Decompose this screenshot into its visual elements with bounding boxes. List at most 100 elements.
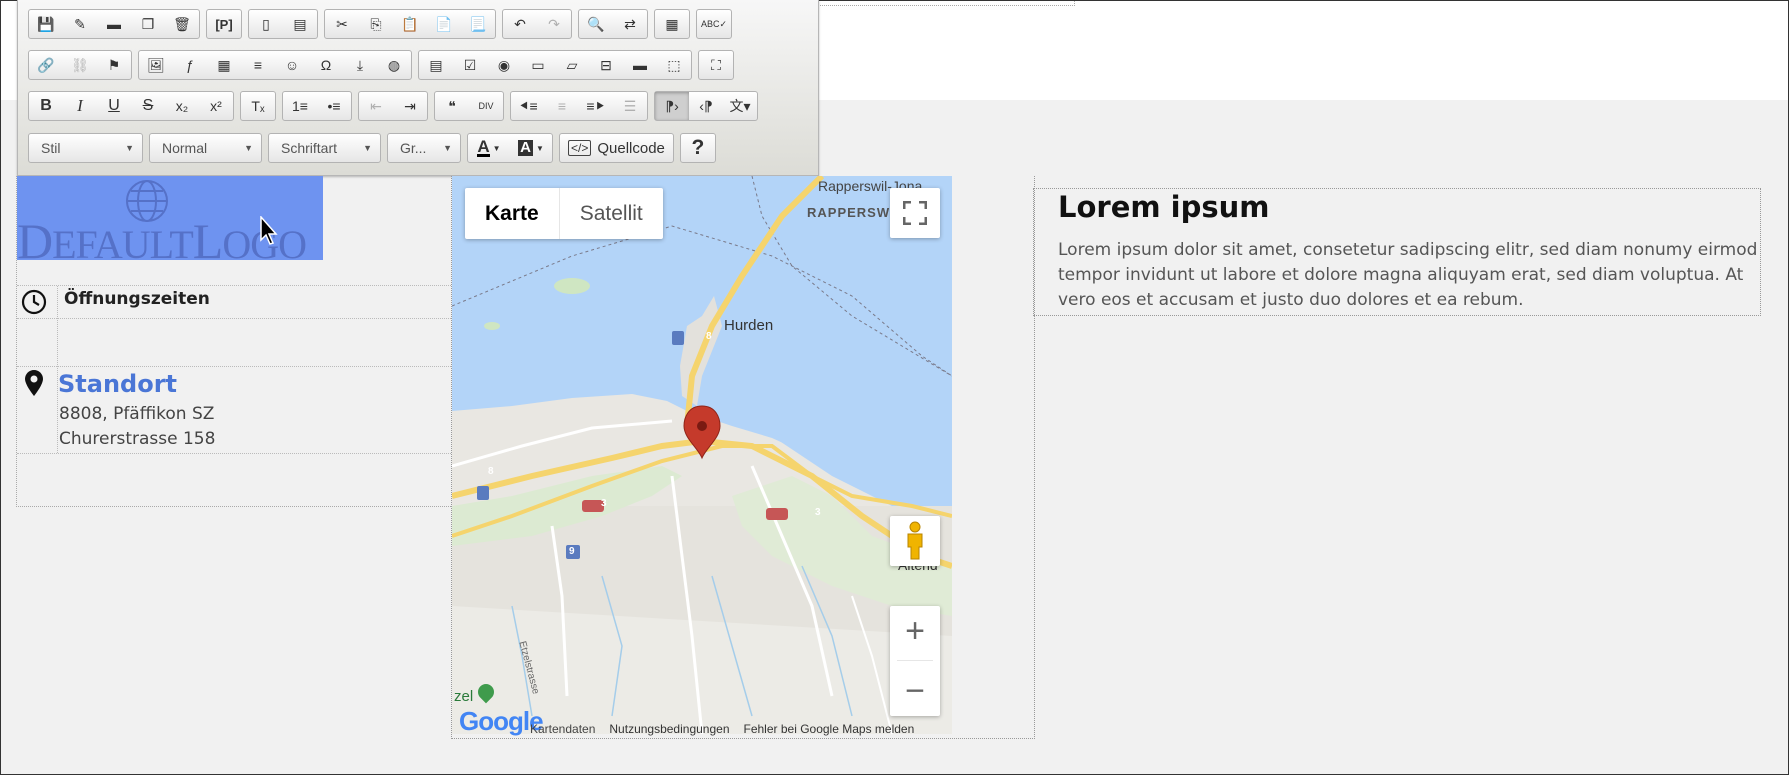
text-color-button[interactable]: A ▼ <box>468 134 510 162</box>
align-left-icon: ⯇≡ <box>518 97 538 114</box>
cut-button[interactable]: ✂ <box>325 10 359 38</box>
indent-button[interactable]: ⇥ <box>393 92 427 120</box>
find-button[interactable]: 🔍 <box>579 10 613 38</box>
underline-button[interactable]: U <box>97 92 131 120</box>
help-button[interactable]: ? <box>681 134 715 162</box>
map-type-satellite-button[interactable]: Satellit <box>560 188 663 239</box>
map-data-link[interactable]: Kartendaten <box>530 722 595 736</box>
anchor-button[interactable]: ⚑ <box>97 51 131 79</box>
toolbar-group: ⛶ <box>698 50 734 80</box>
button-button[interactable]: ▬ <box>623 51 657 79</box>
font-select[interactable]: Schriftart ▼ <box>268 133 381 163</box>
select-button[interactable]: ⊟ <box>589 51 623 79</box>
iframe-icon: ◍ <box>387 56 401 73</box>
iframe-button[interactable]: ◍ <box>377 51 411 79</box>
toolbar-group: [P] <box>206 9 242 39</box>
style-select[interactable]: Stil ▼ <box>28 133 143 163</box>
trash-button[interactable]: 🗑 <box>165 10 199 38</box>
magic-wand-button[interactable]: ✎ <box>63 10 97 38</box>
copy-button[interactable]: ⎘ <box>359 10 393 38</box>
fullscreen-button[interactable] <box>890 188 940 238</box>
bulleted-list-button[interactable]: •≡ <box>317 92 351 120</box>
unlink-button[interactable]: ⛓ <box>63 51 97 79</box>
map-type-map-button[interactable]: Karte <box>465 188 560 239</box>
form-button[interactable]: ▤ <box>419 51 453 79</box>
table-button[interactable]: ▦ <box>207 51 241 79</box>
color-group: A ▼ A ▼ <box>467 133 553 163</box>
paste-button[interactable]: 📋 <box>393 10 427 38</box>
bold-button[interactable]: B <box>29 92 63 120</box>
bg-color-button[interactable]: A ▼ <box>510 134 552 162</box>
italic-button[interactable]: I <box>63 92 97 120</box>
zoom-in-button[interactable]: + <box>905 611 925 651</box>
justify-icon: ☰ <box>623 97 637 114</box>
textfield-button[interactable]: ▭ <box>521 51 555 79</box>
route-label: 8 <box>706 331 712 342</box>
language-button[interactable]: 文▾ <box>723 92 757 120</box>
subscript-button[interactable]: x₂ <box>165 92 199 120</box>
street-view-button[interactable] <box>890 516 940 566</box>
replace-button[interactable]: ⇄ <box>613 10 647 38</box>
align-center-button[interactable]: ≡ <box>545 92 579 120</box>
save-button[interactable]: 💾 <box>29 10 63 38</box>
link-button[interactable]: 🔗 <box>29 51 63 79</box>
table-divider <box>17 366 451 367</box>
toolbar-row-3: B I U Sx₂ x² Tₓ 1≡ •≡ ⇤ ⇥ ❝ DIV ⯇≡ ≡ ≡⯈ ☰ ⁋› ‹⁋ 文▾ <box>28 89 758 123</box>
rtl-button[interactable]: ‹⁋ <box>689 92 723 120</box>
redo-button[interactable]: ↷ <box>537 10 571 38</box>
strikethrough-icon: S <box>142 97 154 114</box>
horizontal-line-button[interactable]: ≡ <box>241 51 275 79</box>
report-error-link[interactable]: Fehler bei Google Maps melden <box>744 722 915 736</box>
mouse-cursor-icon <box>260 216 278 245</box>
hidden-field-button[interactable]: ⬚ <box>657 51 691 79</box>
paste-text-button[interactable]: 📄 <box>427 10 461 38</box>
paste-word-button[interactable]: 📃 <box>461 10 495 38</box>
folder-button[interactable]: ▬ <box>97 10 131 38</box>
maximize-button[interactable]: ⛶ <box>699 51 733 79</box>
numbered-list-button[interactable]: 1≡ <box>283 92 317 120</box>
textarea-button[interactable]: ▱ <box>555 51 589 79</box>
radio-button[interactable]: ◉ <box>487 51 521 79</box>
undo-button[interactable]: ↶ <box>503 10 537 38</box>
smiley-button[interactable]: ☺ <box>275 51 309 79</box>
source-button[interactable]: </> Quellcode <box>559 133 674 163</box>
preview-button[interactable]: ▤ <box>283 10 317 38</box>
image-button[interactable]: 🖼 <box>139 51 173 79</box>
select-all-button[interactable]: ▦ <box>655 10 689 38</box>
text-color-icon: A <box>477 137 490 157</box>
new-page-button[interactable]: ▯ <box>249 10 283 38</box>
strikethrough-button[interactable]: S <box>131 92 165 120</box>
spellcheck-button[interactable]: ABC✓ <box>697 10 731 38</box>
textarea-icon: ▱ <box>566 56 578 73</box>
align-center-icon: ≡ <box>557 98 567 114</box>
outdent-button[interactable]: ⇤ <box>359 92 393 120</box>
page-break-button[interactable]: ⤓ <box>343 51 377 79</box>
toolbar-row-1: 💾 ✎ ▬ ❐ 🗑 [P] ▯ ▤ ✂ ⎘ 📋 📄 📃 ↶ ↷ 🔍 ⇄ ▦ ABC✓ <box>28 7 732 41</box>
flash-button[interactable]: ƒ <box>173 51 207 79</box>
special-char-button[interactable]: Ω <box>309 51 343 79</box>
folder-icon: ▬ <box>107 16 121 32</box>
toolbar-group: 🔗 ⛓ ⚑ <box>28 50 132 80</box>
terms-link[interactable]: Nutzungsbedingungen <box>609 722 729 736</box>
smiley-icon: ☺ <box>284 57 300 73</box>
justify-button[interactable]: ☰ <box>613 92 647 120</box>
superscript-button[interactable]: x² <box>199 92 233 120</box>
subscript-icon: x₂ <box>175 98 189 114</box>
undo-icon: ↶ <box>514 15 526 32</box>
table-divider <box>17 453 451 454</box>
blockquote-button[interactable]: ❝ <box>435 92 469 120</box>
copy-doc-button[interactable]: ❐ <box>131 10 165 38</box>
route-label: 3 <box>601 498 607 509</box>
editor-toolbar: 💾 ✎ ▬ ❐ 🗑 [P] ▯ ▤ ✂ ⎘ 📋 📄 📃 ↶ ↷ 🔍 ⇄ ▦ ABC✓ 🔗 ⛓ ⚑ 🖼 ƒ ▦ ≡ ☺ Ω ⤓ ◍ ▤ ☑ ◉ ▭… <box>17 0 819 176</box>
format-select[interactable]: Normal ▼ <box>149 133 262 163</box>
placeholder-button[interactable]: [P] <box>207 10 241 38</box>
checkbox-button[interactable]: ☑ <box>453 51 487 79</box>
size-select[interactable]: Gr... ▼ <box>387 133 461 163</box>
div-button[interactable]: DIV <box>469 92 503 120</box>
remove-format-button[interactable]: Tₓ <box>241 92 275 120</box>
align-left-button[interactable]: ⯇≡ <box>511 92 545 120</box>
zoom-out-button[interactable]: − <box>905 671 925 711</box>
align-right-button[interactable]: ≡⯈ <box>579 92 613 120</box>
toolbar-group: ▤ ☑ ◉ ▭ ▱ ⊟ ▬ ⬚ <box>418 50 692 80</box>
ltr-button[interactable]: ⁋› <box>655 92 689 120</box>
